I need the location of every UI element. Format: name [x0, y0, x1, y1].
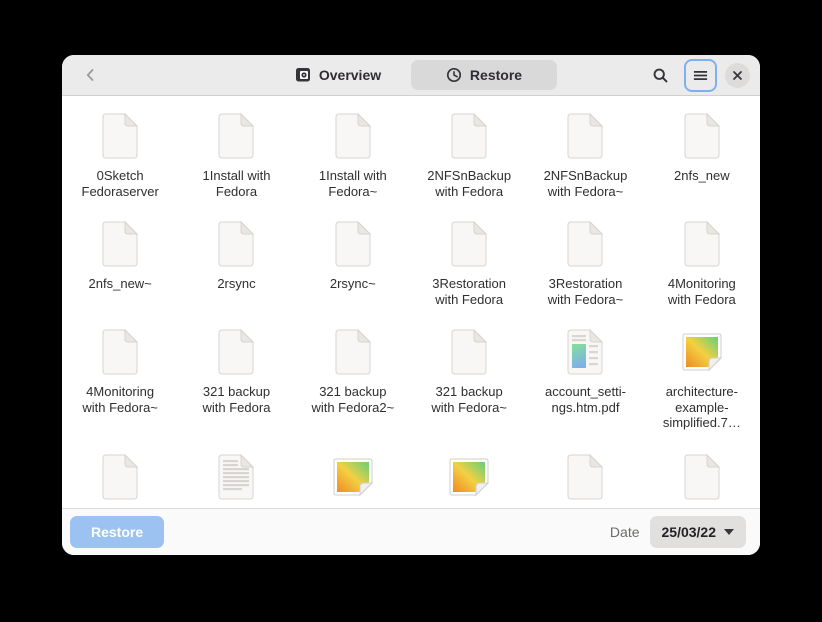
header-bar: Overview Restore: [62, 55, 760, 96]
back-button[interactable]: [76, 60, 106, 90]
file-label: 1Install with Fedora~: [319, 168, 387, 199]
file-label: architecture- example- simplified.7…: [663, 384, 741, 431]
file-item[interactable]: [180, 453, 292, 508]
file-grid-row: 2nfs_new~ 2rsync 2rsync~ 3Restoration wi…: [62, 220, 760, 307]
chevron-left-icon: [83, 67, 99, 83]
tab-restore-label: Restore: [470, 67, 522, 83]
restore-button[interactable]: Restore: [70, 516, 164, 548]
safe-icon: [295, 67, 311, 83]
tab-overview[interactable]: Overview: [265, 60, 411, 90]
main-menu-button[interactable]: [684, 59, 717, 92]
hamburger-menu-icon: [693, 68, 708, 83]
backups-app-window: Overview Restore: [62, 55, 760, 555]
file-label: 1Install with Fedora: [203, 168, 271, 199]
file-label: 2nfs_new: [674, 168, 730, 184]
file-item[interactable]: 321 backup with Fedora2~: [297, 328, 409, 431]
file-item[interactable]: 321 backup with Fedora~: [413, 328, 525, 431]
view-switcher: Overview Restore: [265, 60, 557, 90]
file-label: 2rsync~: [330, 276, 376, 292]
file-item[interactable]: 2NFSnBackup with Fedora: [413, 112, 525, 199]
file-item[interactable]: 2nfs_new: [646, 112, 758, 199]
file-item[interactable]: 321 backup with Fedora: [180, 328, 292, 431]
file-item[interactable]: [297, 453, 409, 508]
blank-document-icon: [561, 453, 609, 501]
file-item[interactable]: 1Install with Fedora~: [297, 112, 409, 199]
tab-overview-label: Overview: [319, 67, 381, 83]
blank-document-icon: [329, 328, 377, 376]
file-item[interactable]: 3Restoration with Fedora: [413, 220, 525, 307]
blank-document-icon: [445, 220, 493, 268]
window-close-button[interactable]: [725, 63, 750, 88]
file-item[interactable]: [646, 453, 758, 508]
blank-document-icon: [212, 220, 260, 268]
blank-document-icon: [445, 328, 493, 376]
file-item[interactable]: [529, 453, 641, 508]
file-label: 321 backup with Fedora~: [431, 384, 507, 415]
file-item[interactable]: [64, 453, 176, 508]
file-label: 4Monitoring with Fedora: [668, 276, 736, 307]
file-item[interactable]: 2nfs_new~: [64, 220, 176, 307]
file-item[interactable]: 2rsync: [180, 220, 292, 307]
blank-document-icon: [561, 220, 609, 268]
file-item[interactable]: 2NFSnBackup with Fedora~: [529, 112, 641, 199]
file-item[interactable]: 4Monitoring with Fedora~: [64, 328, 176, 431]
blank-document-icon: [678, 220, 726, 268]
blank-document-icon: [329, 220, 377, 268]
text-document-icon: [212, 453, 260, 501]
restore-file-grid: 0Sketch Fedoraserver 1Install with Fedor…: [62, 96, 760, 508]
file-label: 2NFSnBackup with Fedora: [427, 168, 511, 199]
image-file-icon: [678, 328, 726, 376]
blank-document-icon: [96, 220, 144, 268]
blank-document-icon: [561, 112, 609, 160]
search-button[interactable]: [644, 59, 676, 91]
blank-document-icon: [678, 453, 726, 501]
file-item[interactable]: 1Install with Fedora: [180, 112, 292, 199]
file-label: 2rsync: [217, 276, 255, 292]
file-item[interactable]: 4Monitoring with Fedora: [646, 220, 758, 307]
file-label: 2NFSnBackup with Fedora~: [544, 168, 628, 199]
file-grid-row: 4Monitoring with Fedora~ 321 backup with…: [62, 328, 760, 431]
file-label: 321 backup with Fedora: [203, 384, 271, 415]
blank-document-icon: [212, 328, 260, 376]
file-item[interactable]: 3Restoration with Fedora~: [529, 220, 641, 307]
file-label: 321 backup with Fedora2~: [311, 384, 394, 415]
file-label: 0Sketch Fedoraserver: [82, 168, 159, 199]
file-item[interactable]: account_setti- ngs.htm.pdf: [529, 328, 641, 431]
date-value: 25/03/22: [662, 524, 717, 540]
dropdown-arrow-icon: [724, 529, 734, 535]
blank-document-icon: [329, 112, 377, 160]
image-file-icon: [445, 453, 493, 501]
blank-document-icon: [212, 112, 260, 160]
blank-document-icon: [678, 112, 726, 160]
file-item[interactable]: [413, 453, 525, 508]
close-icon: [732, 70, 743, 81]
file-grid-row: 0Sketch Fedoraserver 1Install with Fedor…: [62, 112, 760, 199]
blank-document-icon: [96, 453, 144, 501]
file-label: 4Monitoring with Fedora~: [82, 384, 158, 415]
file-label: 3Restoration with Fedora: [432, 276, 506, 307]
blank-document-icon: [96, 112, 144, 160]
file-label: 2nfs_new~: [89, 276, 152, 292]
action-bar: Restore Date 25/03/22: [62, 508, 760, 555]
pdf-document-icon: [561, 328, 609, 376]
image-file-icon: [329, 453, 377, 501]
clock-icon: [446, 67, 462, 83]
file-item[interactable]: 2rsync~: [297, 220, 409, 307]
blank-document-icon: [96, 328, 144, 376]
file-item[interactable]: 0Sketch Fedoraserver: [64, 112, 176, 199]
file-label: account_setti- ngs.htm.pdf: [545, 384, 626, 415]
date-dropdown[interactable]: 25/03/22: [650, 516, 747, 548]
search-icon: [652, 67, 669, 84]
blank-document-icon: [445, 112, 493, 160]
tab-restore[interactable]: Restore: [411, 60, 557, 90]
file-label: 3Restoration with Fedora~: [548, 276, 624, 307]
file-grid-row: [62, 453, 760, 508]
file-item[interactable]: architecture- example- simplified.7…: [646, 328, 758, 431]
date-label: Date: [610, 524, 640, 540]
